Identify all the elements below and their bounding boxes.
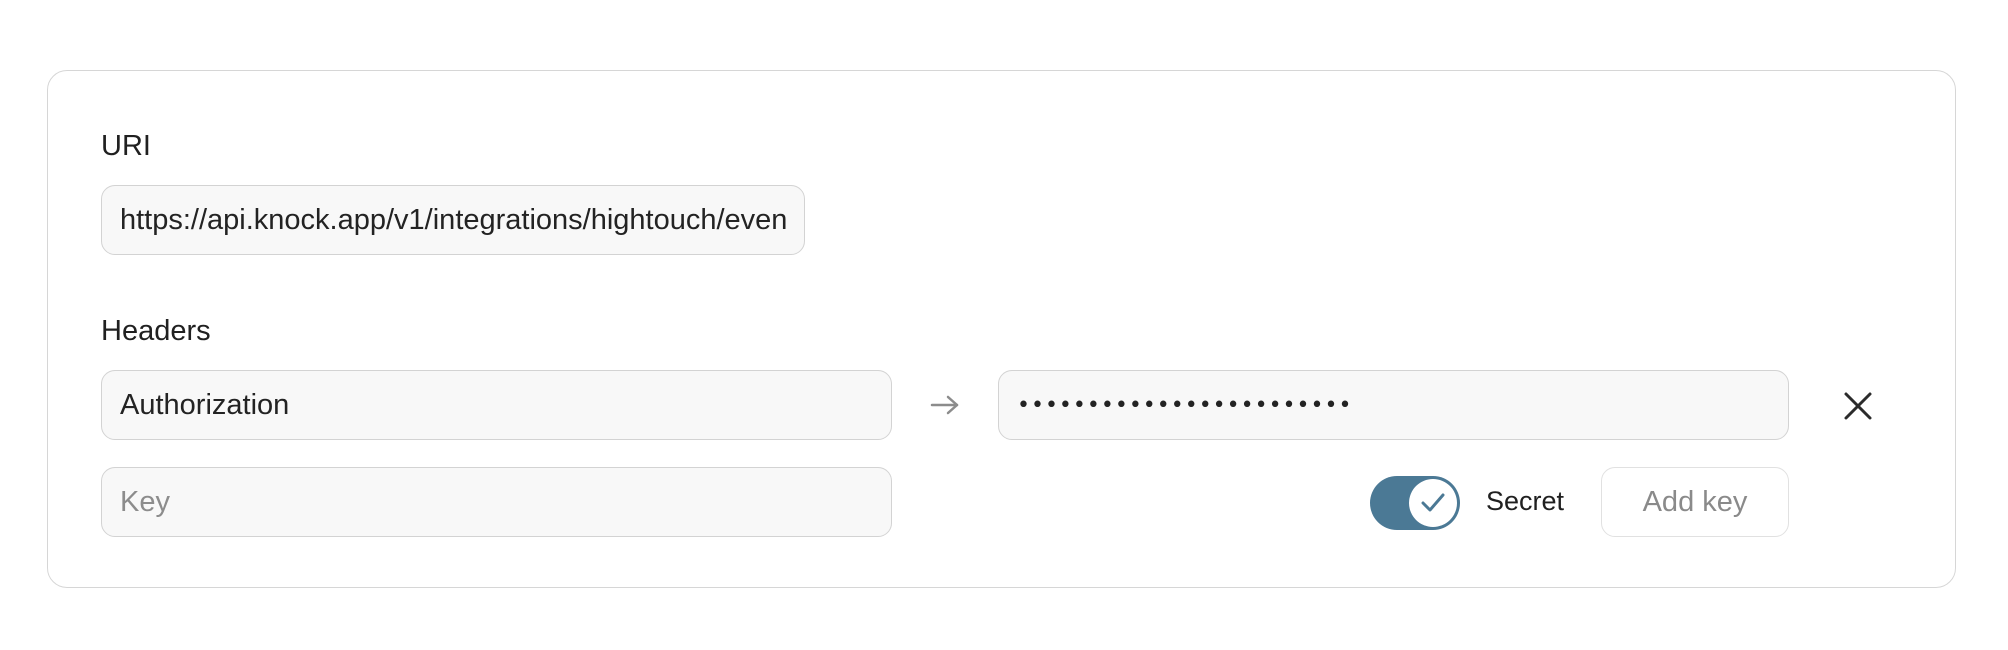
header-key-input[interactable] <box>101 370 892 440</box>
secret-label: Secret <box>1486 486 1565 516</box>
header-value-masked: •••••••••••••••••••••••• <box>1017 392 1353 418</box>
new-header-key-input[interactable] <box>101 467 892 537</box>
arrow-right-icon <box>928 390 962 420</box>
uri-input[interactable] <box>101 185 805 255</box>
header-value-field[interactable]: •••••••••••••••••••••••• <box>998 370 1789 440</box>
check-icon <box>1421 493 1445 512</box>
secret-toggle[interactable] <box>1370 476 1460 530</box>
close-icon[interactable] <box>1840 388 1876 424</box>
headers-label: Headers <box>101 315 211 347</box>
add-key-button[interactable]: Add key <box>1601 467 1789 537</box>
toggle-knob <box>1409 479 1457 527</box>
uri-label: URI <box>101 130 151 162</box>
